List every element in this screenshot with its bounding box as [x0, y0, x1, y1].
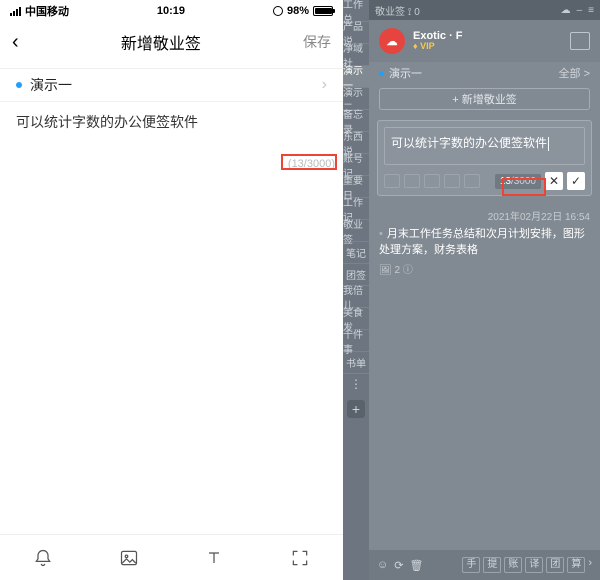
menu-icon[interactable]: ≡: [588, 5, 594, 16]
navbar: ‹ 新增敬业签 保存: [0, 22, 343, 62]
image-icon[interactable]: [115, 544, 143, 572]
tool-chip[interactable]: 提: [483, 557, 501, 573]
bullet-icon: [16, 82, 22, 88]
tool-attach-icon[interactable]: [444, 174, 460, 188]
tool-chip[interactable]: 手: [462, 557, 480, 573]
more-tabs-icon[interactable]: ⋮: [343, 374, 369, 394]
note-body: 月末工作任务总结和次月计划安排，图形处理方案，财务表格: [379, 228, 585, 256]
back-button[interactable]: ‹: [12, 31, 19, 54]
note-time: 2021年02月22日 16:54: [379, 208, 590, 223]
page-title: 新增敬业签: [121, 30, 201, 54]
side-tab[interactable]: 书单: [343, 352, 369, 374]
bottom-toolbar: [0, 534, 343, 580]
category-row[interactable]: 演示一 全部 >: [369, 62, 600, 84]
category-picker[interactable]: 演示一 ›: [0, 68, 343, 102]
vip-badge: ♦ VIP: [413, 42, 463, 52]
category-name: 演示一: [389, 65, 422, 81]
status-bar: 中国移动 10:19 98%: [0, 0, 343, 22]
carrier-label: 中国移动: [25, 3, 69, 19]
bottom-bar: ☺ ⟳ 🗑 手提账译团算 ›: [369, 550, 600, 580]
note-textarea[interactable]: 可以统计字数的办公便签软件: [0, 102, 343, 142]
tool-chip[interactable]: 账: [504, 557, 522, 573]
save-button[interactable]: 保存: [303, 32, 331, 52]
note-meta: 🖼 2 ⓘ: [379, 261, 590, 276]
tool-chip[interactable]: 团: [546, 557, 564, 573]
tool-chip[interactable]: 算: [567, 557, 585, 573]
trash-icon[interactable]: 🗑: [409, 559, 423, 572]
tool-audio-icon[interactable]: [424, 174, 440, 188]
fullscreen-icon[interactable]: [286, 544, 314, 572]
user-icon[interactable]: ☺: [377, 559, 388, 572]
tool-repeat-icon[interactable]: [404, 174, 420, 188]
avatar[interactable]: ☁: [379, 28, 405, 54]
alarm-icon: [273, 6, 283, 16]
status-time: 10:19: [157, 5, 185, 17]
tool-chip[interactable]: 译: [525, 557, 543, 573]
battery-label: 98%: [287, 5, 309, 17]
tool-color-icon[interactable]: [464, 174, 480, 188]
side-tab[interactable]: 敬业签: [343, 220, 369, 242]
add-note-button[interactable]: + 新增敬业签: [379, 88, 590, 110]
title-badge: 0: [414, 7, 420, 18]
note-input[interactable]: 可以统计字数的办公便签软件: [384, 127, 585, 165]
chevron-right-icon: ›: [322, 76, 327, 94]
side-tab[interactable]: 十件事: [343, 330, 369, 352]
char-counter: (13/3000): [288, 158, 335, 170]
category-label: 演示一: [30, 75, 72, 95]
battery-icon: [313, 6, 333, 16]
cancel-button[interactable]: ✕: [545, 172, 563, 190]
char-counter: 13/3000: [495, 174, 541, 189]
minimize-icon[interactable]: –: [577, 5, 583, 16]
note-item[interactable]: 2021年02月22日 16:54 •月末工作任务总结和次月计划安排，图形处理方…: [369, 202, 600, 284]
confirm-button[interactable]: ✓: [567, 172, 585, 190]
text-icon[interactable]: [200, 544, 228, 572]
user-bar: ☁ Exotic · F ♦ VIP: [369, 20, 600, 62]
add-tab-button[interactable]: +: [347, 400, 365, 418]
tool-reminder-icon[interactable]: [384, 174, 400, 188]
app-title: 敬业签: [375, 7, 405, 18]
side-tab[interactable]: 笔记: [343, 242, 369, 264]
bullet-icon: [379, 71, 384, 76]
cloud-icon[interactable]: ☁: [561, 5, 571, 16]
reminder-icon[interactable]: [29, 544, 57, 572]
mobile-pane: 中国移动 10:19 98% ‹ 新增敬业签 保存 演示一 › 可以统计字数的办…: [0, 0, 343, 580]
edit-card: 可以统计字数的办公便签软件 13/3000 ✕ ✓: [377, 120, 592, 196]
desktop-pane: 工作总产品说净域社演示一演示二备忘录东西说账号记重要日工作记敬业签笔记团签我倍儿…: [343, 0, 600, 580]
signal-icon: [10, 7, 21, 16]
refresh-icon[interactable]: ⟳: [394, 559, 403, 572]
filter-all[interactable]: 全部 >: [559, 65, 590, 81]
chevron-right-icon[interactable]: ›: [588, 557, 592, 573]
calendar-icon[interactable]: [570, 32, 590, 50]
side-tab-strip: 工作总产品说净域社演示一演示二备忘录东西说账号记重要日工作记敬业签笔记团签我倍儿…: [343, 0, 369, 580]
window-titlebar: 敬业签 ⟟ 0 ☁ – ≡: [369, 0, 600, 20]
